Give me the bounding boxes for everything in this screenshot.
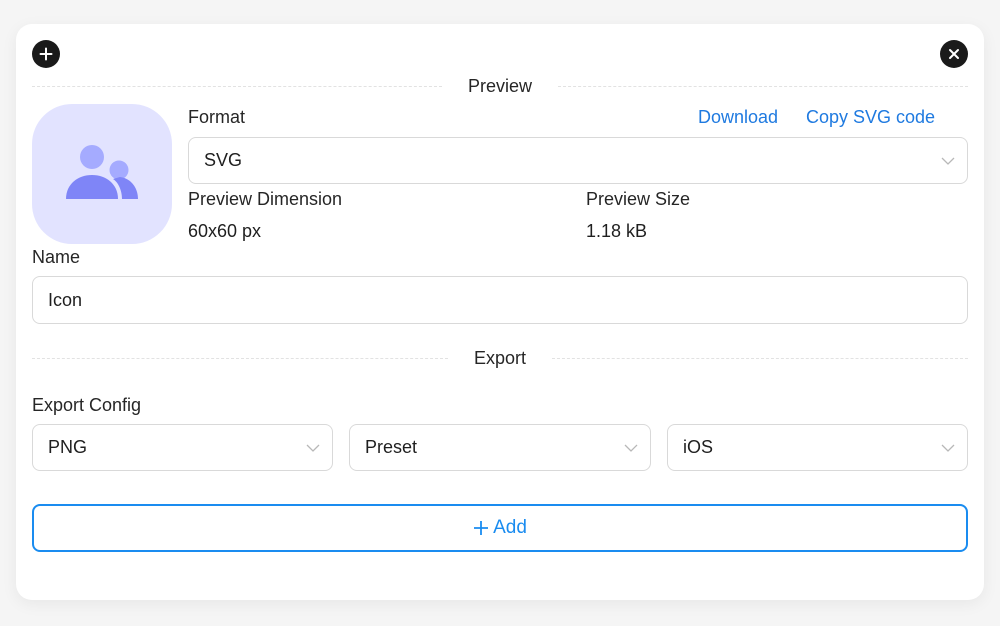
format-select[interactable]: SVG — [188, 137, 968, 184]
divider-line — [32, 85, 442, 87]
preview-size-value: 1.18 kB — [586, 221, 648, 241]
export-format-value: PNG — [48, 437, 88, 457]
export-size-mode-value: Preset — [365, 437, 418, 457]
add-export-config-label: Add — [493, 517, 527, 538]
divider-line — [552, 357, 968, 359]
divider-line — [32, 357, 448, 359]
preview-dimension-label: Preview Dimension — [188, 189, 343, 209]
preview-section-title: Preview — [467, 75, 533, 96]
users-icon — [66, 145, 138, 199]
export-preset-select[interactable]: iOS — [667, 424, 968, 471]
chevron-down-icon — [624, 444, 638, 452]
name-label: Name — [32, 247, 81, 267]
export-dialog: Preview Format Download Copy SVG code SV… — [16, 24, 984, 600]
export-size-mode-select[interactable]: Preset — [349, 424, 651, 471]
plus-icon — [39, 47, 53, 61]
export-format-select[interactable]: PNG — [32, 424, 333, 471]
chevron-down-icon — [941, 444, 955, 452]
copy-svg-code-link[interactable]: Copy SVG code — [806, 107, 935, 128]
name-input[interactable] — [32, 276, 968, 324]
export-section-title: Export — [473, 347, 527, 368]
divider-line — [558, 85, 968, 87]
export-section-divider: Export — [32, 348, 968, 368]
close-icon — [949, 49, 959, 59]
preview-size-label: Preview Size — [586, 189, 691, 209]
add-export-config-button[interactable]: Add — [32, 504, 968, 552]
icon-preview-thumbnail — [32, 104, 172, 244]
chevron-down-icon — [306, 444, 320, 452]
plus-icon — [474, 521, 489, 535]
preview-section-divider: Preview — [32, 76, 968, 96]
chevron-down-icon — [941, 157, 955, 165]
add-button[interactable] — [32, 40, 60, 68]
download-link[interactable]: Download — [698, 107, 778, 128]
format-label: Format — [188, 107, 246, 127]
export-preset-value: iOS — [683, 437, 714, 457]
close-button[interactable] — [940, 40, 968, 68]
format-select-value: SVG — [204, 150, 243, 170]
preview-dimension-value: 60x60 px — [188, 221, 262, 241]
export-config-label: Export Config — [32, 395, 142, 415]
